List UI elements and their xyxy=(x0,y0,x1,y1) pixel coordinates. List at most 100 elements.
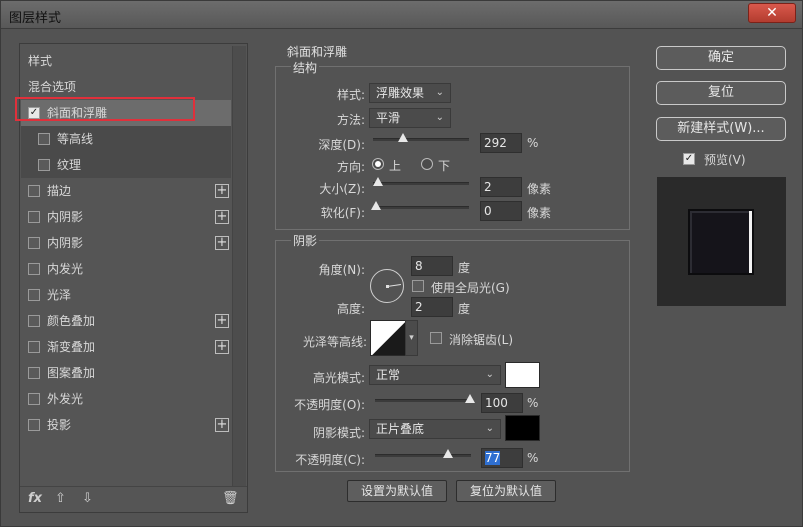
gloss-contour-label: 光泽等高线: xyxy=(302,335,367,349)
checkbox-color-overlay[interactable] xyxy=(28,315,40,327)
add-gradient-overlay-icon[interactable]: + xyxy=(215,340,229,354)
global-light-checkbox[interactable] xyxy=(412,280,424,292)
gloss-contour-dropdown[interactable]: ▾ xyxy=(405,320,418,356)
add-color-overlay-icon[interactable]: + xyxy=(215,314,229,328)
highlight-mode-select[interactable]: 正常 ⌄ xyxy=(369,365,501,385)
checkbox-inner-shadow[interactable] xyxy=(28,211,40,223)
selection-highlight-annotation xyxy=(15,97,195,121)
title-bar: 图层样式 ✕ xyxy=(1,1,802,29)
antialias-checkbox[interactable] xyxy=(430,332,442,344)
list-item-satin[interactable]: 光泽 xyxy=(21,282,231,308)
size-slider[interactable] xyxy=(373,177,469,186)
close-button[interactable]: ✕ xyxy=(748,3,796,23)
list-item-inner-shadow-2[interactable]: 内阴影 + xyxy=(21,230,231,256)
reset-default-button[interactable]: 复位为默认值 xyxy=(456,480,556,502)
soften-slider-thumb[interactable] xyxy=(371,201,381,210)
trash-icon[interactable]: 🗑 xyxy=(222,491,239,506)
direction-down-radio[interactable] xyxy=(421,158,433,170)
shadow-color-swatch[interactable] xyxy=(505,415,540,441)
highlight-opacity-label: 不透明度(O): xyxy=(294,398,365,412)
move-up-icon[interactable]: ⇧ xyxy=(55,491,66,506)
shadow-opacity-label: 不透明度(C): xyxy=(295,453,365,467)
add-inner-shadow-icon[interactable]: + xyxy=(215,236,229,250)
list-item-styles[interactable]: 样式 xyxy=(21,48,231,74)
angle-input[interactable]: 8 xyxy=(411,256,453,276)
list-item-outer-glow[interactable]: 外发光 xyxy=(21,386,231,412)
preview-checkbox[interactable]: ✓ xyxy=(683,153,695,165)
structure-title: 结构 xyxy=(291,59,320,76)
list-item-gradient-overlay[interactable]: 渐变叠加 + xyxy=(21,334,231,360)
checkbox-drop-shadow[interactable] xyxy=(28,419,40,431)
chevron-down-icon: ⌄ xyxy=(485,369,494,380)
checkbox-inner-shadow[interactable] xyxy=(28,237,40,249)
soften-input[interactable]: 0 xyxy=(480,201,522,221)
shadow-opacity-unit: % xyxy=(527,451,539,465)
checkbox-texture[interactable] xyxy=(38,159,50,171)
list-item-pattern-overlay[interactable]: 图案叠加 xyxy=(21,360,231,386)
angle-dial[interactable] xyxy=(370,269,404,303)
angle-dial-hand xyxy=(387,284,402,287)
list-item-contour[interactable]: 等高线 xyxy=(21,126,231,152)
list-item-drop-shadow[interactable]: 投影 + xyxy=(21,412,231,438)
list-item-inner-glow[interactable]: 内发光 xyxy=(21,256,231,282)
direction-up-label: 上 xyxy=(389,159,402,173)
list-item-label: 内发光 xyxy=(47,262,84,276)
list-item-texture[interactable]: 纹理 xyxy=(21,152,231,178)
shadow-opacity-slider[interactable] xyxy=(375,449,471,458)
highlight-color-swatch[interactable] xyxy=(505,362,540,388)
checkbox-satin[interactable] xyxy=(28,289,40,301)
highlight-mode-value: 正常 xyxy=(376,368,401,382)
highlight-opacity-unit: % xyxy=(527,396,539,410)
angle-label: 角度(N): xyxy=(318,263,365,277)
chevron-down-icon: ⌄ xyxy=(435,87,444,98)
reset-button[interactable]: 复位 xyxy=(656,81,786,105)
checkbox-outer-glow[interactable] xyxy=(28,393,40,405)
depth-slider-thumb[interactable] xyxy=(398,133,408,142)
checkbox-contour[interactable] xyxy=(38,133,50,145)
shadow-mode-select[interactable]: 正片叠底 ⌄ xyxy=(369,419,501,439)
depth-input[interactable]: 292 xyxy=(480,133,522,153)
move-down-icon[interactable]: ⇩ xyxy=(82,491,93,506)
add-stroke-icon[interactable]: + xyxy=(215,184,229,198)
direction-label: 方向: xyxy=(336,160,365,174)
layer-style-dialog: 图层样式 ✕ 样式 混合选项 ✓ 斜面和浮雕 等高线 纹理 描边 + 内阴影 +… xyxy=(0,0,803,527)
size-slider-thumb[interactable] xyxy=(373,177,383,186)
list-item-color-overlay[interactable]: 颜色叠加 + xyxy=(21,308,231,334)
altitude-input[interactable]: 2 xyxy=(411,297,453,317)
chevron-down-icon: ⌄ xyxy=(435,112,444,123)
add-drop-shadow-icon[interactable]: + xyxy=(215,418,229,432)
list-item-label: 图案叠加 xyxy=(47,366,96,380)
list-item-label: 内阴影 xyxy=(47,210,84,224)
list-scrollbar[interactable] xyxy=(232,46,246,486)
ok-button[interactable]: 确定 xyxy=(656,46,786,70)
depth-label: 深度(D): xyxy=(318,138,365,152)
fx-icon[interactable]: fx xyxy=(28,491,42,506)
shadow-opacity-thumb[interactable] xyxy=(443,449,453,458)
soften-slider[interactable] xyxy=(371,201,469,210)
gloss-contour-preview[interactable] xyxy=(370,320,406,356)
direction-down-label: 下 xyxy=(438,159,451,173)
checkbox-gradient-overlay[interactable] xyxy=(28,341,40,353)
direction-up-radio[interactable] xyxy=(372,158,384,170)
checkbox-inner-glow[interactable] xyxy=(28,263,40,275)
list-item-label: 描边 xyxy=(47,184,72,198)
method-select-value: 平滑 xyxy=(376,111,401,125)
make-default-button[interactable]: 设置为默认值 xyxy=(347,480,447,502)
list-item-inner-shadow-1[interactable]: 内阴影 + xyxy=(21,204,231,230)
style-select[interactable]: 浮雕效果 ⌄ xyxy=(369,83,451,103)
new-style-button[interactable]: 新建样式(W)... xyxy=(656,117,786,141)
size-input[interactable]: 2 xyxy=(480,177,522,197)
angle-dial-center xyxy=(386,285,389,288)
list-item-label: 纹理 xyxy=(57,158,82,172)
checkbox-stroke[interactable] xyxy=(28,185,40,197)
shadow-opacity-input[interactable]: 77 xyxy=(481,448,523,468)
highlight-opacity-input[interactable]: 100 xyxy=(481,393,523,413)
highlight-opacity-slider[interactable] xyxy=(375,394,475,403)
checkbox-pattern-overlay[interactable] xyxy=(28,367,40,379)
highlight-opacity-thumb[interactable] xyxy=(465,394,475,403)
add-inner-shadow-icon[interactable]: + xyxy=(215,210,229,224)
shadow-mode-value: 正片叠底 xyxy=(376,422,425,436)
depth-slider[interactable] xyxy=(373,133,469,142)
list-item-stroke[interactable]: 描边 + xyxy=(21,178,231,204)
method-select[interactable]: 平滑 ⌄ xyxy=(369,108,451,128)
